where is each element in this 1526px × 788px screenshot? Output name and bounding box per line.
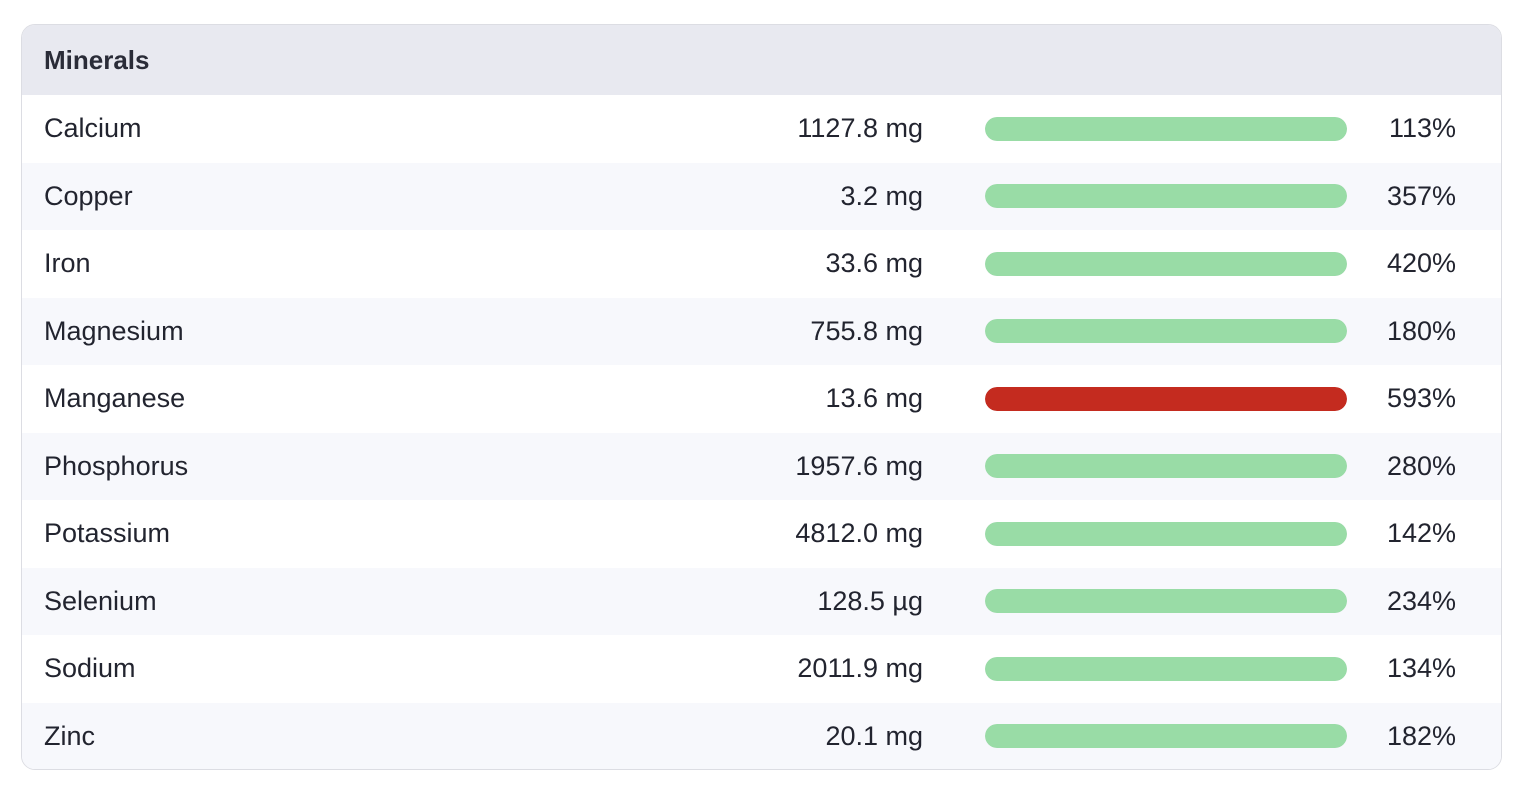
mineral-amount: 3.2 mg xyxy=(840,180,923,211)
mineral-name: Selenium xyxy=(44,585,157,616)
progress-bar-fill xyxy=(985,319,1347,344)
mineral-row: Sodium 2011.9 mg 134% xyxy=(22,635,1501,703)
mineral-percent: 180% xyxy=(1386,315,1456,346)
mineral-row: Zinc 20.1 mg 182% xyxy=(22,702,1501,769)
mineral-name: Magnesium xyxy=(44,315,184,346)
mineral-amount: 1127.8 mg xyxy=(797,113,923,144)
mineral-amount: 1957.6 mg xyxy=(795,450,923,481)
minerals-panel: Minerals Calcium 1127.8 mg 113% Copper 3… xyxy=(21,24,1502,770)
mineral-name: Copper xyxy=(44,180,133,211)
progress-bar xyxy=(985,116,1347,141)
mineral-percent: 280% xyxy=(1386,450,1456,481)
progress-bar xyxy=(985,454,1347,479)
mineral-row: Calcium 1127.8 mg 113% xyxy=(22,95,1501,163)
progress-bar-fill xyxy=(985,589,1347,614)
mineral-amount: 20.1 mg xyxy=(825,720,923,751)
mineral-name: Phosphorus xyxy=(44,450,189,481)
mineral-row: Selenium 128.5 µg 234% xyxy=(22,567,1501,635)
progress-bar xyxy=(985,521,1347,546)
progress-bar-fill xyxy=(985,251,1347,276)
mineral-percent: 113% xyxy=(1388,113,1456,144)
mineral-percent: 234% xyxy=(1386,585,1456,616)
mineral-name: Calcium xyxy=(44,113,142,144)
panel-title: Minerals xyxy=(44,44,150,75)
mineral-row: Iron 33.6 mg 420% xyxy=(22,230,1501,298)
mineral-row: Manganese 13.6 mg 593% xyxy=(22,365,1501,433)
progress-bar-fill xyxy=(985,656,1347,681)
panel-header: Minerals xyxy=(22,25,1501,95)
progress-bar-fill xyxy=(985,386,1347,411)
progress-bar xyxy=(985,656,1347,681)
progress-bar xyxy=(985,184,1347,209)
mineral-percent: 593% xyxy=(1386,383,1456,414)
mineral-row: Phosphorus 1957.6 mg 280% xyxy=(22,432,1501,500)
mineral-row: Potassium 4812.0 mg 142% xyxy=(22,500,1501,568)
mineral-name: Iron xyxy=(44,248,91,279)
mineral-percent: 142% xyxy=(1386,518,1456,549)
mineral-name: Zinc xyxy=(44,720,96,751)
mineral-percent: 134% xyxy=(1386,653,1456,684)
progress-bar xyxy=(985,386,1347,411)
mineral-rows: Calcium 1127.8 mg 113% Copper 3.2 mg 357… xyxy=(22,95,1501,769)
progress-bar-fill xyxy=(985,724,1347,749)
mineral-amount: 755.8 mg xyxy=(810,315,923,346)
progress-bar-fill xyxy=(985,184,1347,209)
progress-bar-fill xyxy=(985,116,1347,141)
mineral-amount: 33.6 mg xyxy=(825,248,923,279)
mineral-amount: 13.6 mg xyxy=(825,383,923,414)
mineral-name: Manganese xyxy=(44,383,186,414)
mineral-percent: 357% xyxy=(1386,180,1456,211)
mineral-amount: 128.5 µg xyxy=(817,585,923,616)
mineral-row: Copper 3.2 mg 357% xyxy=(22,162,1501,230)
mineral-row: Magnesium 755.8 mg 180% xyxy=(22,297,1501,365)
mineral-name: Sodium xyxy=(44,653,136,684)
progress-bar-fill xyxy=(985,454,1347,479)
progress-bar xyxy=(985,589,1347,614)
mineral-percent: 182% xyxy=(1386,720,1456,751)
progress-bar xyxy=(985,724,1347,749)
mineral-amount: 4812.0 mg xyxy=(795,518,923,549)
progress-bar xyxy=(985,319,1347,344)
mineral-name: Potassium xyxy=(44,518,171,549)
mineral-amount: 2011.9 mg xyxy=(797,653,923,684)
progress-bar-fill xyxy=(985,521,1347,546)
progress-bar xyxy=(985,251,1347,276)
mineral-percent: 420% xyxy=(1386,248,1456,279)
